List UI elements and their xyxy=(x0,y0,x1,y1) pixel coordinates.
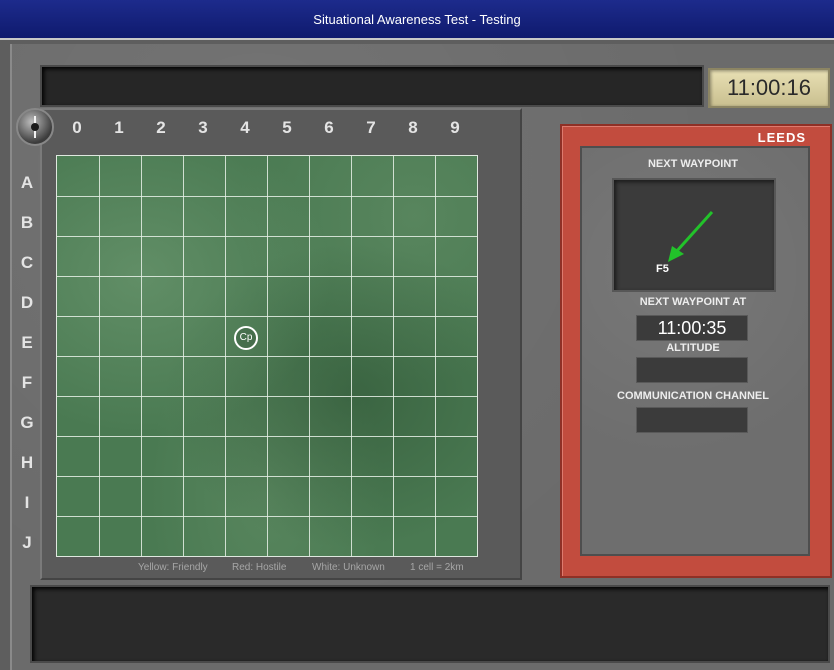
next-waypoint-at-label: NEXT WAYPOINT AT xyxy=(639,296,747,308)
compass-icon xyxy=(16,108,54,146)
message-display xyxy=(40,65,704,107)
bottom-display xyxy=(30,585,830,663)
col-label-1: 1 xyxy=(114,118,124,137)
col-label-3: 3 xyxy=(198,118,208,137)
window-title-bar: Situational Awareness Test - Testing xyxy=(0,0,834,40)
altitude-field xyxy=(636,357,748,383)
row-label-d: D xyxy=(20,293,34,312)
col-label-9: 9 xyxy=(450,118,460,137)
legend-unknown: White: Unknown xyxy=(312,562,385,573)
col-label-8: 8 xyxy=(408,118,418,137)
cp-marker[interactable]: Cp xyxy=(234,326,258,350)
row-label-h: H xyxy=(20,453,34,472)
row-label-j: J xyxy=(22,533,32,552)
map-grid[interactable] xyxy=(56,155,478,557)
waypoint-code: F5 xyxy=(656,263,669,275)
row-label-g: G xyxy=(20,413,34,432)
legend-hostile: Red: Hostile xyxy=(232,562,287,573)
col-label-0: 0 xyxy=(72,118,82,137)
window-title: Situational Awareness Test - Testing xyxy=(313,12,521,27)
row-label-a: A xyxy=(20,173,34,192)
legend-scale: 1 cell = 2km xyxy=(410,562,464,573)
waypoint-arrow-icon xyxy=(668,210,714,262)
row-label-i: I xyxy=(24,493,30,512)
comm-channel-label: COMMUNICATION CHANNEL xyxy=(617,390,769,402)
col-label-6: 6 xyxy=(324,118,334,137)
next-waypoint-time: 11:00:35 xyxy=(636,315,748,341)
col-label-5: 5 xyxy=(282,118,292,137)
col-label-4: 4 xyxy=(240,118,250,137)
next-waypoint-label: NEXT WAYPOINT xyxy=(647,158,739,170)
row-label-e: E xyxy=(21,333,33,352)
col-label-7: 7 xyxy=(366,118,376,137)
col-label-2: 2 xyxy=(156,118,166,137)
row-label-b: B xyxy=(20,213,34,232)
waypoint-direction-box xyxy=(612,178,776,292)
clock-display: 11:00:16 xyxy=(708,68,830,108)
row-label-f: F xyxy=(21,373,33,392)
altitude-label: ALTITUDE xyxy=(666,342,720,354)
comm-channel-field xyxy=(636,407,748,433)
row-label-c: C xyxy=(20,253,34,272)
side-panel-title: LEEDS xyxy=(757,130,806,145)
legend-friendly: Yellow: Friendly xyxy=(138,562,208,573)
